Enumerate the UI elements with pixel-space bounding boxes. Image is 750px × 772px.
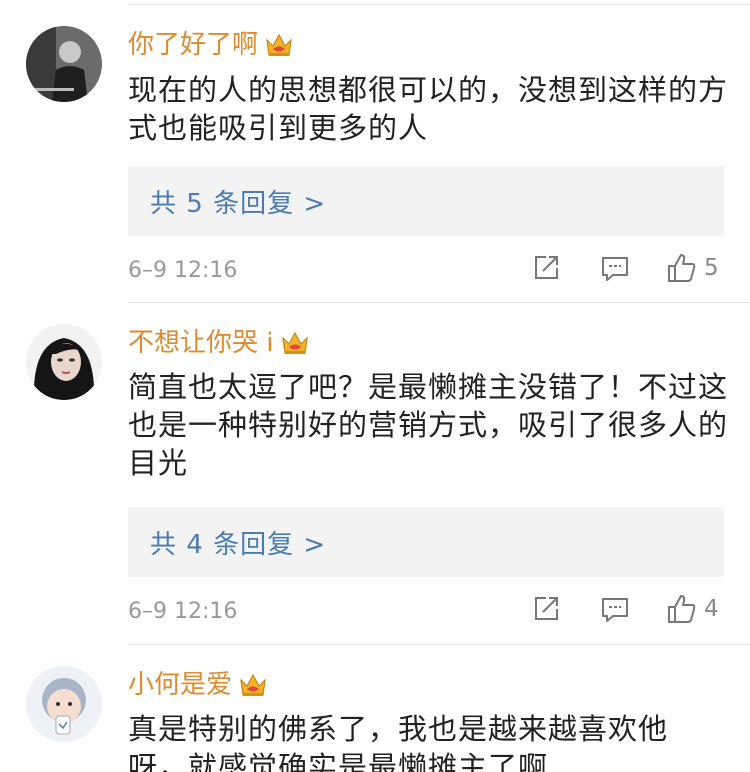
replies-label[interactable]: 共 5 条回复 > (150, 183, 326, 220)
username-text[interactable]: 不想让你哭 i (128, 326, 274, 360)
avatar[interactable] (26, 324, 102, 400)
like-count: 5 (704, 255, 719, 281)
comment-text: 真是特别的佛系了，我也是越来越喜欢他呀，就感觉确实是最懒摊主了啊 (128, 712, 669, 772)
username[interactable]: 你了好了啊 (128, 28, 294, 62)
comment-text: 现在的人的思想都很可以的，没想到这样的方式也能吸引到更多的人 (128, 73, 729, 145)
comment-icon (602, 598, 628, 622)
share-button[interactable] (532, 595, 560, 623)
avatar[interactable] (26, 666, 102, 742)
comment-text: 简直也太逗了吧？是最懒摊主没错了！不过这也是一种特别好的营销方式，吸引了很多人的… (128, 370, 729, 480)
like-button[interactable]: 4 (666, 593, 719, 625)
crown-badge-icon (264, 31, 294, 59)
avatar[interactable] (26, 26, 102, 102)
timestamp: 6–9 12:16 (128, 599, 238, 624)
share-button[interactable] (532, 254, 560, 282)
replies-label[interactable]: 共 4 条回复 > (150, 524, 326, 561)
view-replies-button[interactable]: 共 5 条回复 > (128, 166, 724, 236)
thumbs-up-icon (668, 254, 696, 282)
like-count: 4 (704, 596, 719, 622)
username-text[interactable]: 你了好了啊 (128, 28, 258, 62)
share-icon (535, 256, 558, 279)
username-text[interactable]: 小何是爱 (128, 668, 232, 702)
username[interactable]: 不想让你哭 i (128, 326, 310, 360)
thumbs-up-icon (668, 595, 696, 623)
timestamp: 6–9 12:16 (128, 258, 238, 283)
crown-badge-icon (238, 671, 268, 699)
like-button[interactable]: 5 (666, 252, 719, 284)
crown-badge-icon (280, 329, 310, 357)
share-icon (535, 597, 558, 620)
view-replies-button[interactable]: 共 4 条回复 > (128, 507, 724, 577)
comment-button[interactable] (600, 595, 630, 625)
comment-icon (602, 257, 628, 281)
username[interactable]: 小何是爱 (128, 668, 268, 702)
comment-item-2: 不想让你哭 i 简直也太逗了吧？是最懒摊主没错了！不过这也是一种特别好的营销方式… (0, 302, 750, 644)
comment-item-3: 小何是爱 真是特别的佛系了，我也是越来越喜欢他呀，就感觉确实是最懒摊主了啊 (0, 644, 750, 772)
comment-item-1: 你了好了啊 现在的人的思想都很可以的，没想到这样的方式也能吸引到更多的人 共 5… (0, 0, 750, 300)
comment-button[interactable] (600, 254, 630, 284)
